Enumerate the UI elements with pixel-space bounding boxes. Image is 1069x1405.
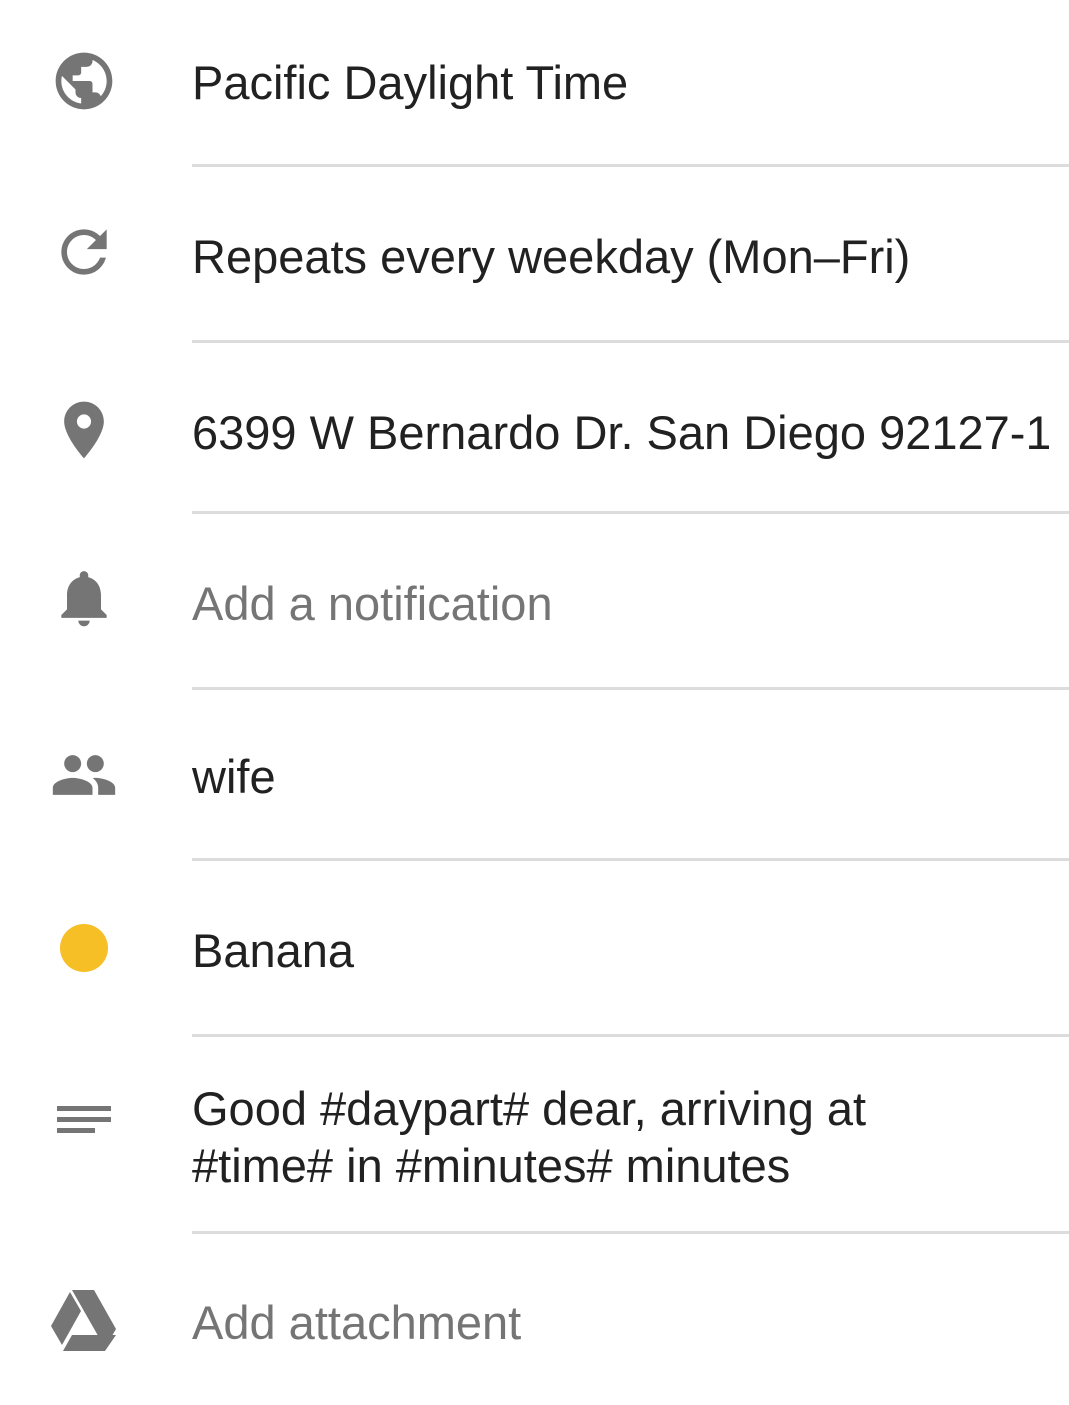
add-attachment-label: Add attachment	[192, 1296, 522, 1349]
location-pin-icon	[50, 396, 118, 464]
notification-row[interactable]: Add a notification	[0, 514, 1069, 689]
add-notification-label: Add a notification	[192, 577, 553, 630]
repeat-row[interactable]: Repeats every weekday (Mon–Fri)	[0, 166, 1069, 342]
description-label: Good #daypart# dear, arriving at #time# …	[192, 1082, 867, 1192]
color-dot-icon	[50, 914, 118, 982]
repeat-icon	[50, 218, 118, 286]
people-icon	[50, 741, 118, 809]
timezone-label: Pacific Daylight Time	[192, 56, 629, 109]
color-row[interactable]: Banana	[0, 861, 1069, 1036]
notes-icon	[50, 1086, 118, 1154]
timezone-row[interactable]: Pacific Daylight Time	[0, 0, 1069, 166]
globe-icon	[50, 47, 118, 115]
repeat-label: Repeats every weekday (Mon–Fri)	[192, 230, 911, 283]
color-label: Banana	[192, 924, 355, 977]
description-row[interactable]: Good #daypart# dear, arriving at #time# …	[0, 1036, 1069, 1233]
guests-row[interactable]: wife	[0, 689, 1069, 861]
drive-icon	[50, 1287, 118, 1355]
location-label: 6399 W Bernardo Dr. San Diego 92127-1	[192, 406, 1049, 459]
guests-label: wife	[192, 750, 276, 803]
location-row[interactable]: 6399 W Bernardo Dr. San Diego 92127-1	[0, 342, 1069, 514]
bell-icon	[50, 564, 118, 632]
attachment-row[interactable]: Add attachment	[0, 1233, 1069, 1405]
